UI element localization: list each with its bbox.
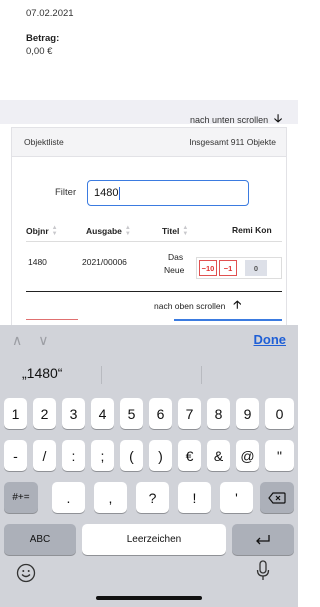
microphone-icon[interactable] xyxy=(256,560,270,582)
text-caret xyxy=(119,186,121,200)
space-key[interactable]: Leerzeichen xyxy=(82,524,226,555)
divider xyxy=(101,366,102,384)
key-8[interactable]: 8 xyxy=(207,398,230,429)
chevron-up-icon[interactable]: ∧ xyxy=(12,332,22,349)
key-exclamation[interactable]: ! xyxy=(178,482,211,513)
divider xyxy=(201,366,202,384)
emoji-icon[interactable] xyxy=(16,563,36,583)
key-ampersand[interactable]: & xyxy=(207,440,230,471)
divider xyxy=(26,291,282,292)
key-quote[interactable]: " xyxy=(265,440,294,471)
key-euro[interactable]: € xyxy=(178,440,201,471)
scroll-down-label: nach unten scrollen xyxy=(190,114,269,125)
key-slash[interactable]: / xyxy=(33,440,56,471)
key-abc[interactable]: ABC xyxy=(4,524,76,555)
remi-controls: −10 −1 0 xyxy=(196,257,282,279)
suggestion-bar: „1480“ xyxy=(0,355,298,391)
filter-label: Filter xyxy=(55,187,77,198)
col-objnr-label: Objnr xyxy=(26,226,49,236)
key-at[interactable]: @ xyxy=(236,440,259,471)
arrow-up-icon: 🡡 xyxy=(233,299,242,311)
key-apostrophe[interactable]: ' xyxy=(220,482,253,513)
col-remi-label: Remi Kon xyxy=(232,225,272,235)
key-minus[interactable]: - xyxy=(4,440,27,471)
betrag-value: 0,00 € xyxy=(26,46,53,57)
suggestion-item[interactable]: „1480“ xyxy=(22,365,62,381)
remi-minus10-button[interactable]: −10 xyxy=(199,260,217,276)
objekt-count: Insgesamt 911 Objekte xyxy=(189,137,276,147)
objektliste-title: Objektliste xyxy=(24,137,64,147)
scroll-up-link[interactable]: nach oben scrollen 🡡 xyxy=(154,296,241,315)
cell-titel-1: Das xyxy=(168,252,184,262)
key-colon[interactable]: : xyxy=(62,440,85,471)
key-5[interactable]: 5 xyxy=(120,398,143,429)
delete-icon xyxy=(268,491,286,504)
key-symbols[interactable]: #+= xyxy=(4,482,38,513)
sort-icon: ▲ ▼ xyxy=(182,225,189,237)
key-9[interactable]: 9 xyxy=(236,398,259,429)
key-6[interactable]: 6 xyxy=(149,398,172,429)
key-semicolon[interactable]: ; xyxy=(91,440,114,471)
key-paren-open[interactable]: ( xyxy=(120,440,143,471)
keyboard xyxy=(0,355,298,607)
cell-ausgabe: 2021/00006 xyxy=(82,257,127,267)
cell-titel-2: Neue xyxy=(164,265,185,275)
konto-value: 0 xyxy=(245,260,267,276)
sort-icon: ▲ ▼ xyxy=(51,225,58,237)
sort-icon: ▲ ▼ xyxy=(124,225,131,237)
return-key[interactable] xyxy=(232,524,294,555)
cell-objnr: 1480 xyxy=(28,257,47,267)
key-paren-close[interactable]: ) xyxy=(149,440,172,471)
delete-key[interactable] xyxy=(260,482,294,513)
col-ausgabe[interactable]: Ausgabe ▲ ▼ xyxy=(86,225,131,237)
remi-minus1-button[interactable]: −1 xyxy=(219,260,237,276)
table-header: Objnr ▲ ▼ Ausgabe ▲ ▼ Titel ▲ ▼ Remi Kon xyxy=(26,222,282,242)
col-objnr[interactable]: Objnr ▲ ▼ xyxy=(26,225,58,237)
scroll-up-label: nach oben scrollen xyxy=(154,300,226,311)
key-2[interactable]: 2 xyxy=(33,398,56,429)
key-0[interactable]: 0 xyxy=(265,398,294,429)
key-comma[interactable]: , xyxy=(94,482,127,513)
filter-input[interactable]: 1480 xyxy=(87,180,249,206)
return-icon xyxy=(256,534,270,544)
save-button-peek[interactable] xyxy=(174,319,282,323)
col-titel[interactable]: Titel ▲ ▼ xyxy=(162,225,188,237)
col-titel-label: Titel xyxy=(162,226,180,236)
key-7[interactable]: 7 xyxy=(178,398,201,429)
cancel-button-peek[interactable] xyxy=(26,319,78,323)
key-question[interactable]: ? xyxy=(136,482,169,513)
key-3[interactable]: 3 xyxy=(62,398,85,429)
date-text: 07.02.2021 xyxy=(26,8,74,19)
key-1[interactable]: 1 xyxy=(4,398,27,429)
col-remi-kon[interactable]: Remi Kon xyxy=(232,225,272,235)
col-ausgabe-label: Ausgabe xyxy=(86,226,122,236)
done-button[interactable]: Done xyxy=(254,332,287,347)
chevron-down-icon[interactable]: ∨ xyxy=(38,332,48,349)
objektliste-header: Objektliste Insgesamt 911 Objekte xyxy=(11,127,287,157)
filter-value: 1480 xyxy=(94,187,119,199)
home-indicator[interactable] xyxy=(96,596,202,600)
key-period[interactable]: . xyxy=(52,482,85,513)
betrag-label: Betrag: xyxy=(26,33,60,44)
key-4[interactable]: 4 xyxy=(91,398,114,429)
